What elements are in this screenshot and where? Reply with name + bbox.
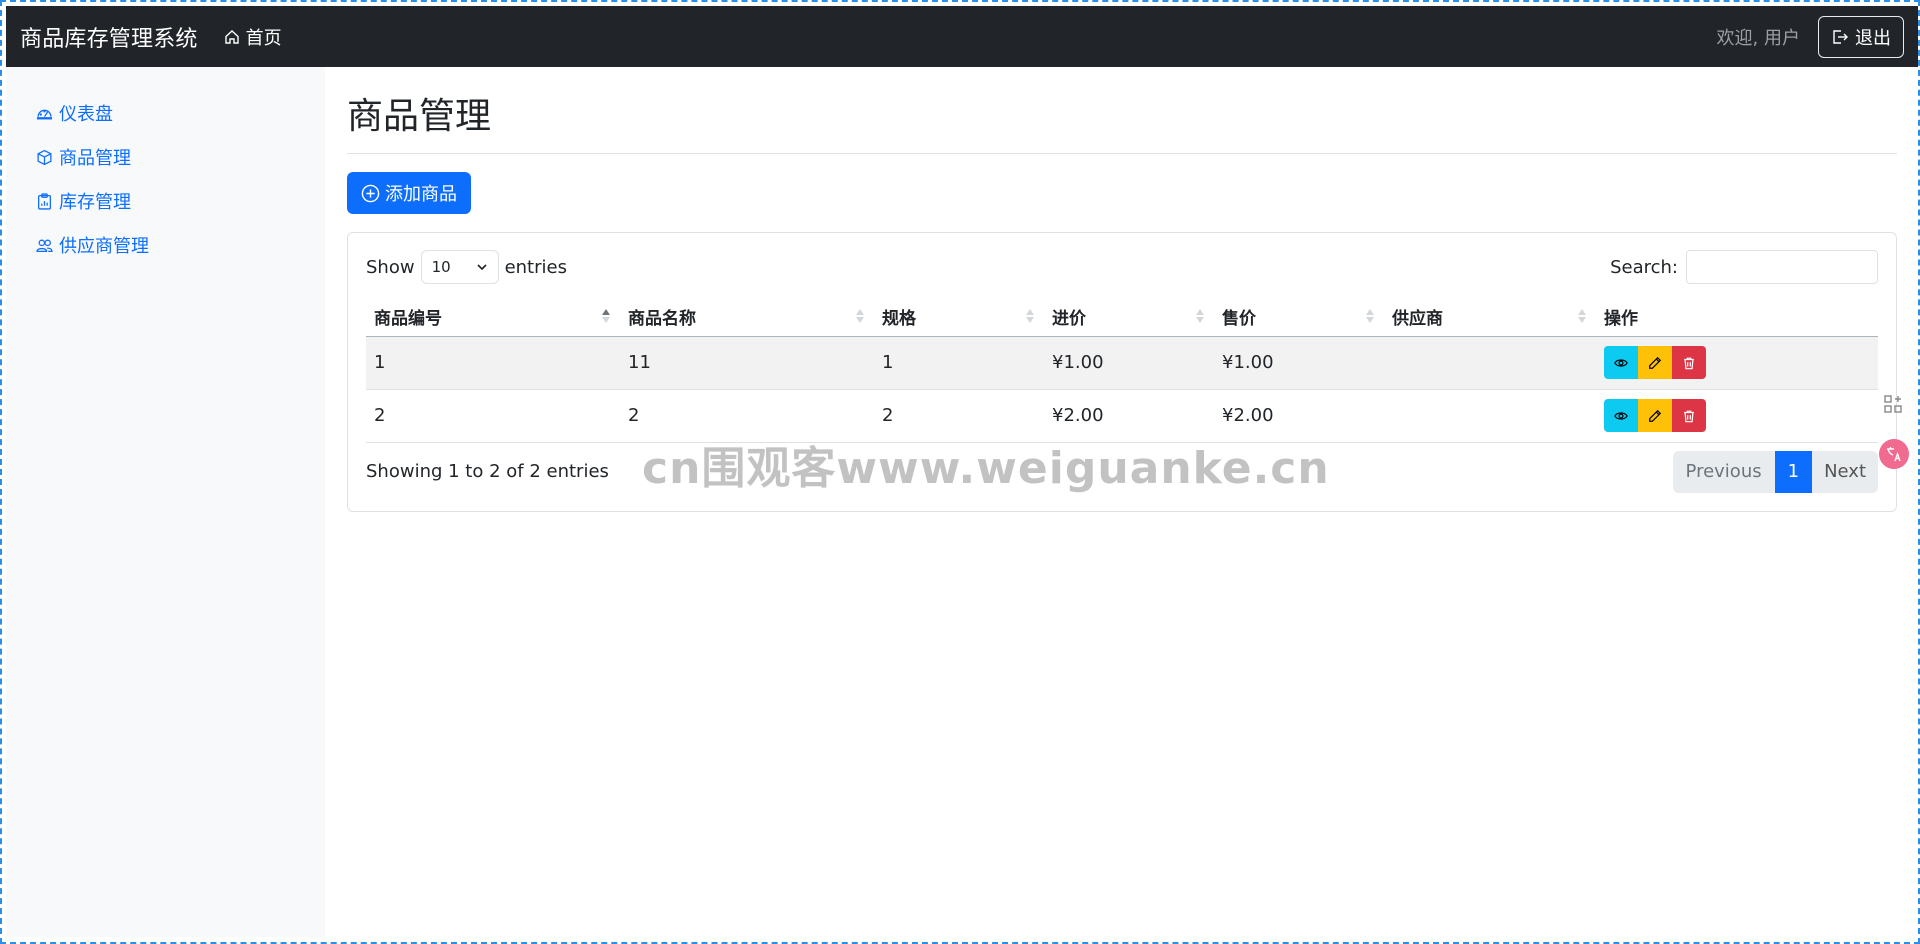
logout-button[interactable]: 退出	[1818, 15, 1904, 58]
eye-icon	[1614, 411, 1628, 420]
sort-indicator-icon	[1366, 309, 1374, 323]
sort-indicator-icon	[602, 309, 610, 323]
welcome-text: 欢迎, 用户	[1716, 27, 1800, 49]
trash-icon	[1684, 410, 1694, 422]
edit-button[interactable]	[1638, 399, 1672, 432]
nav-home-link[interactable]: 首页	[224, 24, 282, 50]
house-icon	[224, 29, 239, 44]
column-header-label: 商品名称	[628, 309, 696, 330]
cell-name: 11	[620, 336, 874, 390]
sidebar-item-label: 供应商管理	[59, 236, 149, 257]
qr-scan-icon[interactable]	[1878, 389, 1908, 419]
sidebar-item-dashboard[interactable]: 仪表盘	[6, 91, 325, 135]
app-window: 商品库存管理系统 首页 欢迎, 用户 退出 仪表盘 商品管理 库存管理 供应商管…	[0, 0, 1920, 944]
cell-id: 2	[366, 389, 620, 443]
table-info: Showing 1 to 2 of 2 entries	[366, 461, 609, 482]
eye-icon	[1614, 358, 1628, 367]
nav-home-label: 首页	[245, 27, 282, 49]
sort-indicator-icon	[1026, 309, 1034, 323]
page-title: 商品管理	[347, 87, 1897, 154]
sidebar-item-label: 商品管理	[59, 148, 131, 169]
watermark-text: cn围观客www.weiguanke.cn	[642, 443, 1330, 494]
table-controls: Show 10 entries Search:	[366, 250, 1878, 284]
top-navbar: 商品库存管理系统 首页 欢迎, 用户 退出	[6, 6, 1918, 67]
column-header-label: 供应商	[1392, 309, 1443, 330]
cell-cost: ¥1.00	[1044, 336, 1214, 390]
column-header-name[interactable]: 商品名称	[620, 298, 874, 337]
pencil-icon	[1649, 356, 1662, 369]
column-header-label: 进价	[1052, 309, 1086, 330]
page-length-value: 10	[431, 258, 451, 276]
edit-button[interactable]	[1638, 346, 1672, 379]
products-table: 商品编号 商品名称 规格 进价 售价 供应商 操作 1 11 1 ¥1.00 ¥…	[366, 298, 1878, 443]
sidebar-item-suppliers[interactable]: 供应商管理	[6, 223, 325, 267]
sidebar: 仪表盘 商品管理 库存管理 供应商管理	[6, 67, 325, 937]
search-control: Search:	[1610, 250, 1878, 284]
add-product-button[interactable]: 添加商品	[347, 172, 471, 214]
column-header-label: 操作	[1604, 309, 1638, 330]
pagination-previous[interactable]: Previous	[1672, 450, 1775, 493]
search-label: Search:	[1610, 256, 1678, 278]
column-header-spec[interactable]: 规格	[874, 298, 1044, 337]
cell-spec: 1	[874, 336, 1044, 390]
view-button[interactable]	[1604, 346, 1638, 379]
sidebar-item-products[interactable]: 商品管理	[6, 135, 325, 179]
column-header-label: 商品编号	[374, 309, 442, 330]
trash-icon	[1684, 357, 1694, 369]
pagination-page-1[interactable]: 1	[1774, 450, 1813, 493]
column-header-label: 售价	[1222, 309, 1256, 330]
page-length-control: Show 10 entries	[366, 250, 567, 284]
sort-indicator-icon	[1196, 309, 1204, 323]
column-header-label: 规格	[882, 309, 916, 330]
cell-price: ¥1.00	[1214, 336, 1384, 390]
people-icon	[36, 239, 53, 252]
search-input[interactable]	[1686, 250, 1878, 284]
row-action-group	[1604, 346, 1706, 379]
brand-title[interactable]: 商品库存管理系统	[20, 21, 198, 53]
sidebar-item-inventory[interactable]: 库存管理	[6, 179, 325, 223]
column-header-price[interactable]: 售价	[1214, 298, 1384, 337]
plus-circle-icon	[361, 184, 380, 202]
view-button[interactable]	[1604, 399, 1638, 432]
sidebar-item-label: 仪表盘	[59, 104, 113, 125]
column-header-actions: 操作	[1596, 298, 1878, 337]
speedometer-icon	[36, 109, 53, 119]
box-icon	[37, 149, 52, 165]
logout-icon	[1833, 29, 1848, 44]
column-header-id[interactable]: 商品编号	[366, 298, 620, 337]
delete-button[interactable]	[1672, 399, 1706, 432]
row-action-group	[1604, 399, 1706, 432]
cell-actions	[1596, 389, 1878, 443]
cell-actions	[1596, 336, 1878, 390]
show-label: Show	[366, 256, 415, 278]
chevron-down-icon	[477, 264, 487, 271]
pagination: Previous 1 Next	[1672, 450, 1878, 493]
delete-button[interactable]	[1672, 346, 1706, 379]
entries-label: entries	[504, 256, 567, 278]
pagination-next[interactable]: Next	[1812, 450, 1878, 493]
logout-label: 退出	[1855, 27, 1891, 48]
sort-indicator-icon	[1578, 309, 1586, 323]
table-row: 1 11 1 ¥1.00 ¥1.00	[366, 336, 1878, 390]
pencil-icon	[1649, 409, 1662, 422]
translate-icon[interactable]	[1879, 439, 1909, 469]
nav-right: 欢迎, 用户 退出	[1716, 15, 1904, 58]
clipboard-chart-icon	[38, 192, 51, 210]
cell-supplier	[1384, 389, 1596, 443]
cell-id: 1	[366, 336, 620, 390]
add-product-label: 添加商品	[385, 184, 457, 204]
column-header-cost[interactable]: 进价	[1044, 298, 1214, 337]
page-length-select[interactable]: 10	[420, 250, 499, 284]
column-header-supplier[interactable]: 供应商	[1384, 298, 1596, 337]
table-header-row: 商品编号 商品名称 规格 进价 售价 供应商 操作	[366, 298, 1878, 337]
sort-indicator-icon	[856, 309, 864, 323]
cell-supplier	[1384, 336, 1596, 390]
sidebar-item-label: 库存管理	[59, 192, 131, 213]
